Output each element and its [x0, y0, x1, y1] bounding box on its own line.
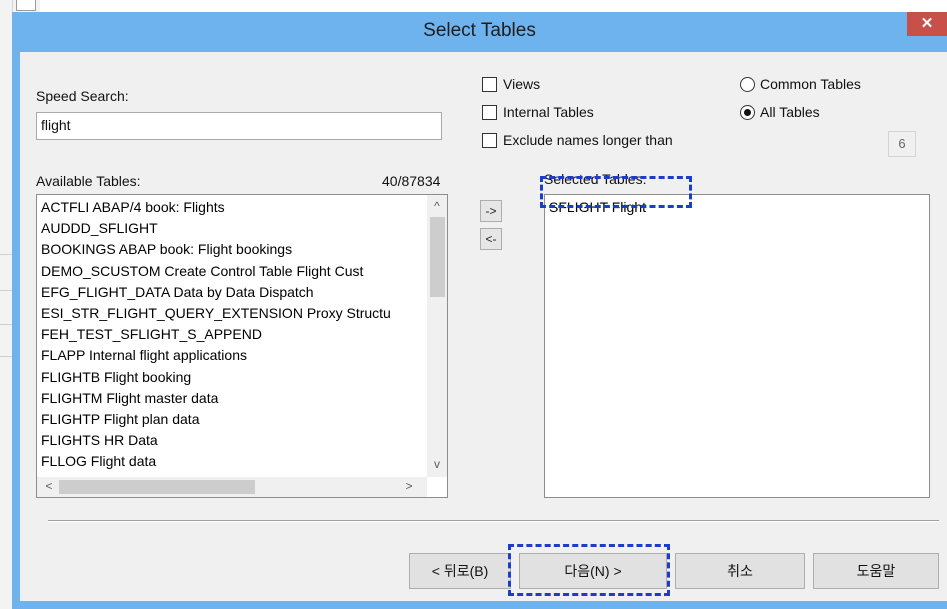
speed-search-label: Speed Search: [36, 88, 129, 104]
common-tables-label: Common Tables [760, 76, 861, 92]
available-tables-count: 40/87834 [382, 173, 441, 189]
help-button[interactable]: 도움말 [813, 553, 939, 589]
available-tables-items: ACTFLI ABAP/4 book: Flights AUDDD_SFLIGHT… [41, 197, 391, 472]
exclude-length-input[interactable]: 6 [888, 131, 916, 157]
add-table-button[interactable]: -> [480, 200, 502, 222]
horizontal-scrollbar[interactable]: < > [37, 477, 427, 497]
list-item[interactable]: BOOKINGS ABAP book: Flight bookings [41, 239, 391, 260]
internal-tables-checkbox[interactable] [482, 105, 497, 120]
dialog-title: Select Tables [423, 20, 536, 41]
available-tables-list[interactable]: ACTFLI ABAP/4 book: Flights AUDDD_SFLIGHT… [36, 194, 448, 498]
available-tables-label: Available Tables: [36, 173, 141, 189]
list-item[interactable]: FLIGHTP Flight plan data [41, 409, 391, 430]
list-item[interactable]: ESI_STR_FLIGHT_QUERY_EXTENSION Proxy Str… [41, 303, 391, 324]
scroll-up-icon[interactable]: ^ [427, 199, 447, 213]
close-icon: ✕ [920, 15, 934, 32]
scroll-thumb[interactable] [430, 217, 445, 297]
exclude-names-label: Exclude names longer than [503, 132, 673, 148]
background-divider [0, 290, 12, 291]
list-item[interactable]: DEMO_SCUSTOM Create Control Table Flight… [41, 261, 391, 282]
speed-search-input[interactable]: flight [36, 112, 442, 140]
list-item[interactable]: FLIGHTM Flight master data [41, 388, 391, 409]
all-tables-radio[interactable] [740, 105, 755, 120]
scroll-down-icon[interactable]: v [427, 457, 447, 471]
all-tables-label: All Tables [760, 104, 820, 120]
background-checkbox-fragment [16, 0, 36, 11]
background-divider [0, 324, 12, 325]
scroll-left-icon[interactable]: < [39, 479, 59, 493]
background-divider [0, 356, 12, 357]
list-item[interactable]: FEH_TEST_SFLIGHT_S_APPEND [41, 324, 391, 345]
close-button[interactable]: ✕ [907, 12, 947, 36]
common-tables-radio[interactable] [740, 77, 755, 92]
back-button[interactable]: < 뒤로(B) [409, 553, 511, 589]
vertical-scrollbar[interactable]: ^ v [427, 195, 447, 477]
dialog-body: Speed Search: flight Available Tables: 4… [20, 52, 947, 601]
views-checkbox[interactable] [482, 77, 497, 92]
remove-table-button[interactable]: <- [480, 228, 502, 250]
scroll-right-icon[interactable]: > [399, 479, 419, 493]
select-tables-dialog: Select Tables ✕ Speed Search: flight Ava… [12, 12, 947, 609]
cancel-button[interactable]: 취소 [675, 553, 805, 589]
views-label: Views [503, 76, 541, 92]
list-item[interactable]: EFG_FLIGHT_DATA Data by Data Dispatch [41, 282, 391, 303]
list-item[interactable]: AUDDD_SFLIGHT [41, 218, 391, 239]
screen: Select Tables ✕ Speed Search: flight Ava… [0, 0, 947, 609]
list-item[interactable]: ACTFLI ABAP/4 book: Flights [41, 197, 391, 218]
internal-tables-label: Internal Tables [503, 104, 594, 120]
selected-tables-list[interactable]: SFLIGHT Flight [544, 194, 930, 498]
list-item[interactable]: FLIGHTB Flight booking [41, 367, 391, 388]
list-item[interactable]: FLAPP Internal flight applications [41, 345, 391, 366]
background-divider [0, 254, 12, 255]
next-button-highlight [508, 544, 670, 596]
list-item[interactable]: FLLOG Flight data [41, 451, 391, 472]
list-item[interactable]: FLIGHTS HR Data [41, 430, 391, 451]
horizontal-scroll-thumb[interactable] [59, 480, 255, 494]
dialog-separator [48, 520, 939, 522]
dialog-titlebar[interactable]: Select Tables ✕ [12, 12, 947, 52]
exclude-names-checkbox[interactable] [482, 133, 497, 148]
selected-table-highlight [540, 176, 692, 208]
